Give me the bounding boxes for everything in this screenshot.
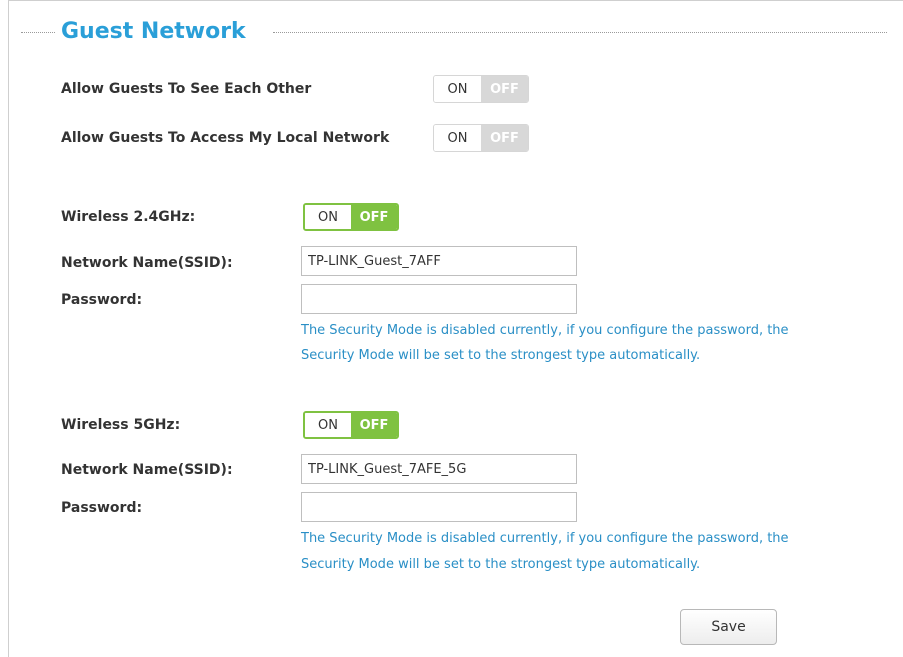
wireless-24-security-note-line1: The Security Mode is disabled currently,… (301, 323, 789, 338)
divider-right (273, 32, 887, 33)
content-frame: Guest Network Allow Guests To See Each O… (8, 0, 903, 657)
wireless-5-password-input[interactable] (301, 492, 577, 522)
toggle-on-option[interactable]: ON (434, 76, 481, 102)
wireless-5-label: Wireless 5GHz: (61, 417, 181, 433)
see-each-other-toggle[interactable]: ON OFF (433, 75, 529, 103)
wireless-5-toggle[interactable]: ON OFF (303, 411, 399, 439)
toggle-off-option[interactable]: OFF (481, 125, 528, 151)
wireless-5-ssid-input[interactable] (301, 454, 577, 484)
toggle-off-option[interactable]: OFF (351, 205, 397, 229)
toggle-off-option[interactable]: OFF (481, 76, 528, 102)
wireless-24-password-label: Password: (61, 292, 143, 308)
wireless-5-password-label: Password: (61, 500, 143, 516)
section-header: Guest Network (9, 17, 889, 47)
wireless-5-security-note-line2: Security Mode will be set to the stronge… (301, 557, 701, 572)
wireless-24-password-input[interactable] (301, 284, 577, 314)
toggle-on-option[interactable]: ON (434, 125, 481, 151)
wireless-24-toggle[interactable]: ON OFF (303, 203, 399, 231)
wireless-24-security-note-line2: Security Mode will be set to the stronge… (301, 348, 701, 363)
see-each-other-label: Allow Guests To See Each Other (61, 81, 312, 97)
wireless-5-security-note-line1: The Security Mode is disabled currently,… (301, 531, 789, 546)
wireless-24-ssid-label: Network Name(SSID): (61, 255, 233, 271)
toggle-off-option[interactable]: OFF (351, 413, 397, 437)
access-local-toggle[interactable]: ON OFF (433, 124, 529, 152)
toggle-on-option[interactable]: ON (305, 205, 351, 229)
save-button[interactable]: Save (680, 609, 777, 645)
section-title: Guest Network (61, 19, 246, 44)
wireless-5-ssid-label: Network Name(SSID): (61, 462, 233, 478)
wireless-24-ssid-input[interactable] (301, 246, 577, 276)
toggle-on-option[interactable]: ON (305, 413, 351, 437)
access-local-label: Allow Guests To Access My Local Network (61, 130, 390, 146)
wireless-24-label: Wireless 2.4GHz: (61, 209, 196, 225)
divider-left (21, 32, 55, 33)
